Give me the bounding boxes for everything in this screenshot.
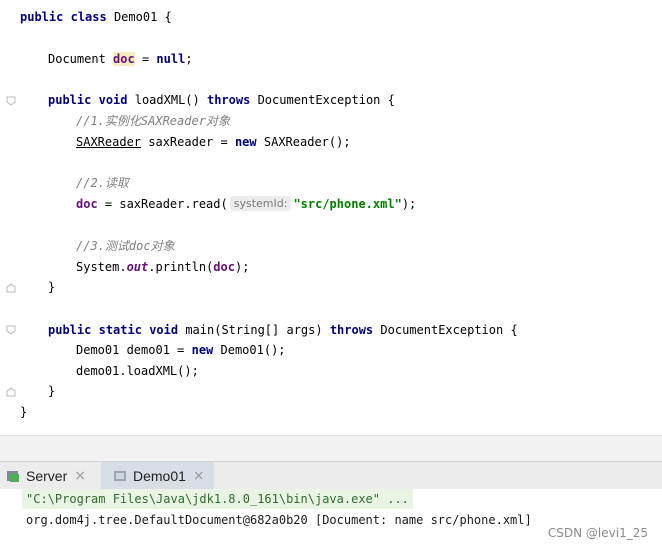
code-line: System.out.println(doc); [76, 257, 249, 278]
code-line: demo01.loadXML(); [76, 364, 199, 378]
code-text: saxReader = [141, 135, 235, 149]
keyword: public [20, 10, 64, 24]
code-text: DocumentException { [373, 323, 518, 337]
code-comment: //3.测试doc对象 [76, 236, 175, 257]
code-text: .println( [148, 260, 214, 274]
keyword: class [70, 10, 107, 24]
code-text: Document [48, 52, 114, 66]
code-comment: //1.实例化SAXReader对象 [76, 111, 230, 132]
keyword: null [156, 52, 186, 66]
code-text: DocumentException { [250, 93, 395, 107]
code-line: doc = saxReader.read(systemId: "src/phone… [76, 194, 416, 215]
close-icon[interactable]: × [193, 468, 205, 484]
keyword: throws [329, 323, 374, 337]
code-editor[interactable]: public class Demo01 { Document doc = nul… [0, 0, 662, 435]
server-icon [6, 469, 20, 483]
code-line: SAXReader saxReader = new SAXReader(); [76, 132, 351, 153]
code-text: ); [401, 197, 417, 211]
tab-server[interactable]: Server × [6, 462, 98, 490]
comment-text: 对象 [205, 114, 230, 128]
keyword: void [149, 323, 179, 337]
tab-label: Demo01 [133, 468, 186, 484]
field-doc: doc [113, 52, 135, 66]
code-line: } [48, 280, 56, 294]
console-line-command: "C:\Program Files\Java\jdk1.8.0_161\bin\… [22, 489, 413, 509]
code-text: SAXReader [76, 135, 142, 149]
keyword: static [98, 323, 142, 337]
code-text: System. [76, 260, 127, 274]
watermark: CSDN @levi1_25 [547, 526, 648, 540]
tab-label: Server [26, 468, 68, 484]
code-line: Document doc = null; [48, 49, 193, 70]
keyword: throws [206, 93, 251, 107]
code-line: } [20, 405, 28, 419]
console-icon [113, 469, 127, 483]
code-text: ); [234, 260, 250, 274]
keyword: new [234, 135, 257, 149]
keyword: new [191, 343, 214, 357]
fold-close-icon[interactable] [6, 283, 16, 293]
console-line-output: org.dom4j.tree.DefaultDocument@682a0b20 … [26, 513, 532, 527]
field-out: out [126, 260, 149, 274]
comment-text: 对象 [150, 239, 175, 253]
code-text: loadXML() [127, 93, 207, 107]
code-text: SAXReader(); [256, 135, 351, 149]
comment-text: //1.实例化 [76, 114, 141, 128]
fold-open-icon[interactable] [6, 325, 16, 335]
comment-text: doc [128, 239, 151, 253]
fold-close-icon[interactable] [6, 387, 16, 397]
code-text: = saxReader.read( [97, 197, 228, 211]
keyword: void [98, 93, 128, 107]
code-text: Demo01 demo01 = [76, 343, 192, 357]
field-doc: doc [76, 197, 98, 211]
console-gutter [0, 489, 14, 548]
comment-text: SAXReader [140, 114, 206, 128]
parameter-hint: systemId: [229, 196, 292, 211]
code-text: Demo01 { [106, 10, 172, 24]
fold-open-icon[interactable] [6, 96, 16, 106]
code-line: Demo01 demo01 = new Demo01(); [76, 340, 286, 361]
code-line: public static void main(String[] args) t… [48, 320, 518, 341]
comment-text: //3.测试 [76, 239, 129, 253]
panel-divider[interactable] [0, 435, 662, 462]
field-doc: doc [213, 260, 235, 274]
keyword: public [48, 93, 92, 107]
code-line: public class Demo01 { [20, 7, 172, 28]
tab-demo01[interactable]: Demo01 × [101, 462, 214, 490]
string-literal: "src/phone.xml" [293, 197, 402, 211]
code-line: public void loadXML() throws DocumentExc… [48, 90, 395, 111]
code-comment: //2.读取 [76, 176, 129, 190]
code-text: Demo01(); [213, 343, 286, 357]
code-text: = [134, 52, 157, 66]
code-text: main(String[] args) [178, 323, 330, 337]
close-icon[interactable]: × [74, 468, 86, 484]
run-tool-window-tabs: Server × Demo01 × [0, 461, 662, 491]
code-line: } [48, 384, 56, 398]
keyword: public [48, 323, 92, 337]
code-text: ; [185, 52, 193, 66]
editor-gutter [0, 0, 14, 435]
